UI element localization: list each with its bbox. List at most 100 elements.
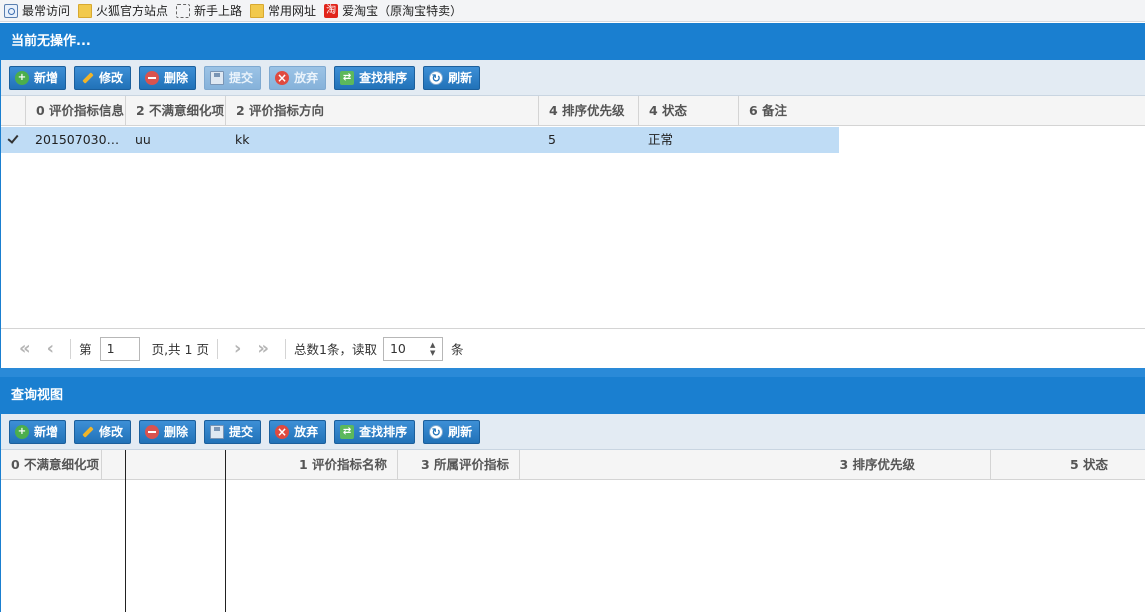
button-label: 修改	[99, 71, 124, 85]
panel-title: 查询视图	[1, 377, 1145, 414]
bookmark-getting-started[interactable]: 新手上路	[176, 2, 242, 19]
first-page-icon[interactable]: «	[19, 338, 31, 359]
checkbox-column-header[interactable]	[1, 96, 26, 126]
page-total-text: 页,共 1 页	[151, 342, 209, 357]
divider	[70, 338, 72, 359]
button-label: 刷新	[448, 425, 473, 439]
button-label: 提交	[229, 71, 254, 85]
pencil-icon	[80, 425, 94, 439]
button-label: 新增	[34, 425, 59, 439]
grid-header: 0 评价指标信息 2 不满意细化项 2 评价指标方向 4 排序优先级 4 状态 …	[1, 96, 1145, 126]
bookmark-firefox-sites[interactable]: 火狐官方站点	[78, 2, 168, 19]
bookmark-label: 最常访问	[22, 4, 71, 18]
folder-icon	[250, 3, 265, 18]
minus-circle-icon	[145, 424, 160, 439]
table-cell: 201507030…	[35, 132, 120, 147]
refresh-button[interactable]: 刷新	[423, 65, 481, 90]
column-header[interactable]: 4 状态	[639, 96, 739, 126]
checkmark-icon[interactable]	[7, 133, 19, 145]
column-header[interactable]: 0 不满意细化项	[1, 450, 102, 480]
add-button[interactable]: 新增	[9, 419, 67, 444]
next-page-icon[interactable]: ›	[234, 338, 241, 359]
button-label: 删除	[164, 71, 189, 85]
bookmark-common-urls[interactable]: 常用网址	[250, 2, 316, 19]
most-visited-icon	[4, 3, 18, 18]
submit-button[interactable]: 提交	[204, 419, 262, 444]
button-label: 查找排序	[359, 71, 408, 85]
shuffle-icon	[340, 70, 355, 85]
plus-icon	[15, 70, 29, 85]
table-cell: uu	[135, 132, 151, 147]
last-page-icon[interactable]: »	[257, 338, 269, 359]
toolbar: 新增 修改 删除 提交 放弃 查找排序 刷新	[1, 414, 1145, 450]
button-label: 放弃	[294, 71, 319, 85]
minus-circle-icon	[145, 70, 160, 85]
button-label: 删除	[164, 425, 189, 439]
column-divider	[225, 450, 226, 612]
column-divider	[125, 450, 126, 612]
refresh-icon	[429, 70, 444, 85]
top-panel: 当前无操作... 新增 修改 删除 提交 放弃 查找排序 刷新 0 评价指标信息…	[0, 23, 1145, 368]
taobao-icon: 淘	[324, 3, 339, 18]
button-label: 查找排序	[359, 425, 408, 439]
page-number-input[interactable]: 1	[99, 336, 140, 361]
bookmark-label: 常用网址	[268, 4, 317, 18]
folder-icon	[78, 3, 93, 18]
bookmark-label: 爱淘宝（原淘宝特卖）	[342, 4, 463, 18]
edit-button[interactable]: 修改	[74, 419, 132, 444]
search-sort-button[interactable]: 查找排序	[334, 419, 416, 444]
divider	[285, 338, 287, 359]
column-header[interactable]: 1 评价指标名称	[126, 450, 398, 480]
delete-button[interactable]: 删除	[139, 65, 197, 90]
column-header-blank[interactable]	[102, 450, 126, 480]
button-label: 修改	[99, 425, 124, 439]
page-size-unit: 条	[450, 342, 464, 357]
search-sort-button[interactable]: 查找排序	[334, 65, 416, 90]
bookmark-label: 火狐官方站点	[96, 4, 169, 18]
button-label: 放弃	[294, 425, 319, 439]
plus-icon	[15, 424, 29, 439]
bookmark-label: 新手上路	[194, 4, 243, 18]
toolbar: 新增 修改 删除 提交 放弃 查找排序 刷新	[1, 60, 1145, 96]
panel-title: 当前无操作...	[1, 23, 1145, 60]
table-cell	[738, 127, 838, 153]
refresh-icon	[429, 424, 444, 439]
column-header[interactable]: 6 备注	[739, 96, 1145, 126]
save-icon	[210, 70, 225, 85]
column-header[interactable]: 3 所属评价指标	[398, 450, 520, 480]
close-circle-icon	[275, 424, 290, 439]
close-circle-icon	[275, 70, 290, 85]
total-records-text: 总数1条，读取	[294, 342, 377, 357]
column-header[interactable]: 0 评价指标信息	[26, 96, 126, 126]
save-icon	[210, 424, 225, 439]
table-cell: 正常	[648, 132, 674, 147]
bookmark-taobao[interactable]: 淘 爱淘宝（原淘宝特卖）	[324, 2, 462, 19]
table-cell: 5	[548, 132, 556, 147]
pagination-bar: « ‹ 第 1 页,共 1 页 › » 总数1条，读取 10 条	[1, 328, 1145, 368]
button-label: 新增	[34, 71, 59, 85]
column-header[interactable]: 5 状态	[991, 450, 1145, 480]
button-label: 提交	[229, 425, 254, 439]
submit-button[interactable]: 提交	[204, 65, 262, 90]
page-size-spinner[interactable]: 10	[382, 336, 443, 361]
column-header[interactable]: 2 不满意细化项	[126, 96, 226, 126]
bookmark-most-visited[interactable]: 最常访问	[4, 2, 70, 19]
shuffle-icon	[340, 424, 355, 439]
divider	[216, 338, 218, 359]
discard-button[interactable]: 放弃	[269, 65, 327, 90]
delete-button[interactable]: 删除	[139, 419, 197, 444]
column-header[interactable]: 2 评价指标方向	[226, 96, 539, 126]
bookmarks-bar: 最常访问 火狐官方站点 新手上路 常用网址 淘 爱淘宝（原淘宝特卖）	[0, 0, 1145, 22]
column-header[interactable]: 3 排序优先级	[520, 450, 991, 480]
add-button[interactable]: 新增	[9, 65, 67, 90]
refresh-button[interactable]: 刷新	[423, 419, 481, 444]
panel-separator	[0, 368, 1145, 377]
button-label: 刷新	[448, 71, 473, 85]
bottom-panel: 查询视图 新增 修改 删除 提交 放弃 查找排序 刷新 0 不满意细化项 1 评…	[0, 377, 1145, 612]
page-prefix: 第	[79, 342, 92, 357]
prev-page-icon[interactable]: ‹	[47, 338, 54, 359]
edit-button[interactable]: 修改	[74, 65, 132, 90]
table-row[interactable]: 201507030… uu kk 5 正常	[1, 127, 839, 153]
discard-button[interactable]: 放弃	[269, 419, 327, 444]
column-header[interactable]: 4 排序优先级	[539, 96, 639, 126]
